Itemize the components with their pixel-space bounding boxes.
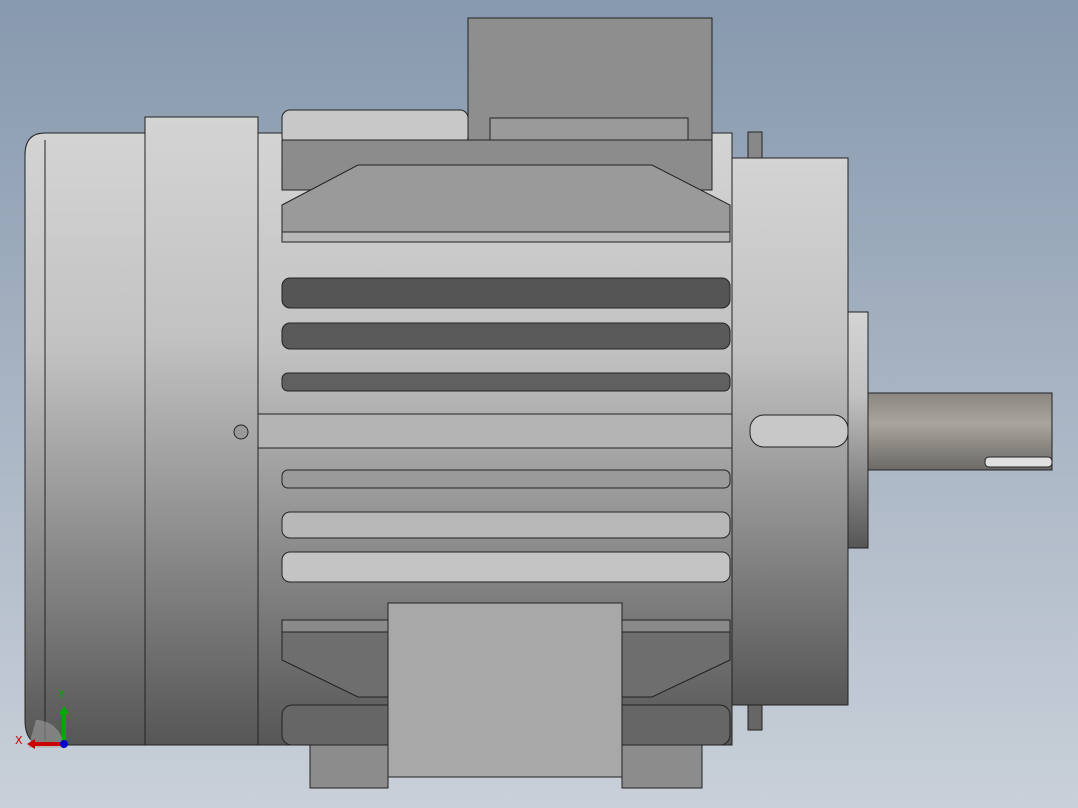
bottom-bolt <box>747 704 763 731</box>
shaft-keyway <box>984 456 1053 468</box>
cooling-ribs <box>257 277 749 583</box>
end-shield-boss <box>749 414 849 448</box>
cooling-rib <box>281 511 731 539</box>
fan-cover <box>24 132 146 746</box>
top-fin <box>281 164 731 233</box>
cooling-rib <box>281 372 731 392</box>
cooling-rib <box>281 277 731 309</box>
bolt-hole <box>233 424 249 440</box>
x-axis-label: X <box>15 734 23 747</box>
cooling-rib <box>281 322 731 350</box>
motor-model <box>24 17 1053 789</box>
parting-line-band <box>257 413 749 449</box>
top-bolt <box>747 131 763 159</box>
foot-left <box>309 744 389 789</box>
foot-right <box>621 744 703 789</box>
cooling-rib <box>281 469 731 489</box>
z-axis-dot <box>60 740 68 748</box>
foot-block <box>387 602 623 778</box>
cad-viewport[interactable]: X Y <box>0 0 1078 808</box>
terminal-box-base <box>489 117 689 141</box>
top-fin-base <box>281 231 731 243</box>
cooling-rib <box>281 551 731 583</box>
flange <box>847 311 869 549</box>
y-axis-label: Y <box>57 688 65 701</box>
